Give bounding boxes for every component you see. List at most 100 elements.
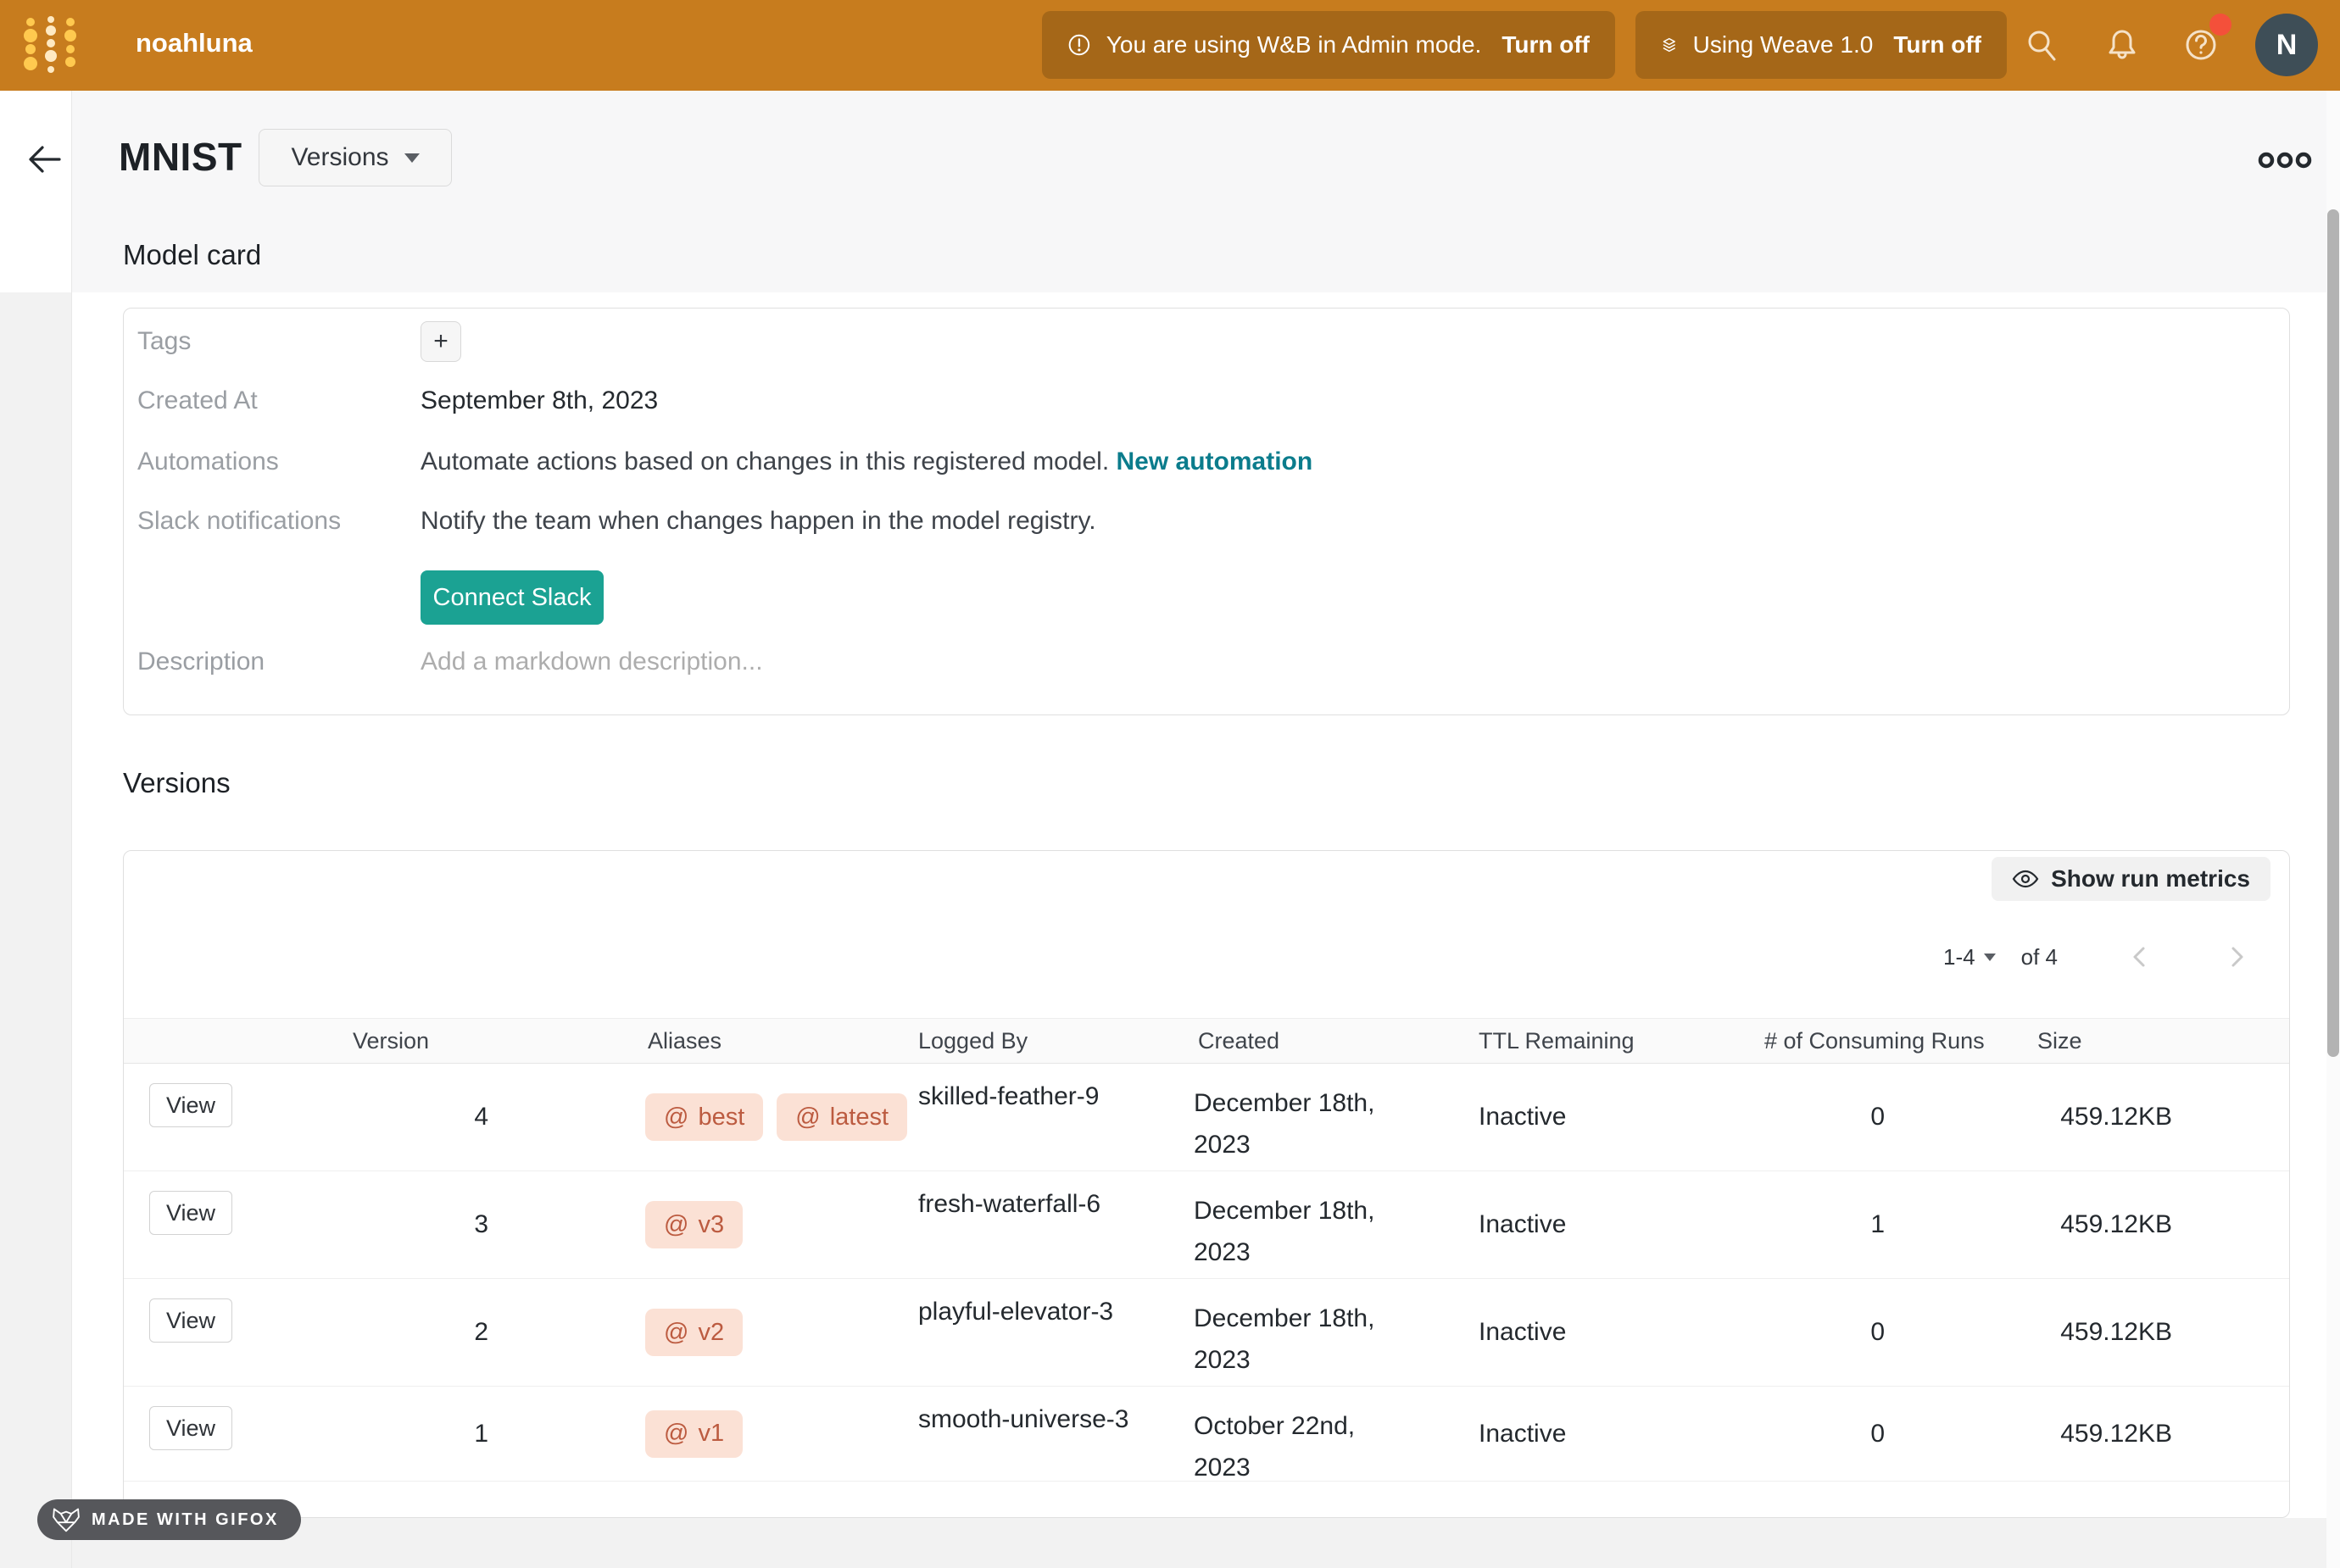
slack-notifications-label: Slack notifications	[137, 502, 341, 541]
created-cell: October 22nd,2023	[1194, 1405, 1355, 1488]
slack-notifications-text: Notify the team when changes happen in t…	[421, 502, 1096, 541]
table-row: View 3 @v3 fresh-waterfall-6 December 18th,2…	[124, 1171, 2289, 1279]
model-card-heading: Model card	[123, 239, 261, 271]
table-row: View 4 @ best @latest skilled-feather-9 Decemb…	[124, 1064, 2289, 1171]
view-cell: View	[149, 1083, 232, 1127]
new-automation-link[interactable]: New automation	[1117, 448, 1313, 475]
version-cell: 2	[293, 1279, 488, 1386]
next-page-button[interactable]	[2222, 942, 2251, 971]
automations-text: Automate actions based on changes in thi…	[421, 448, 1109, 475]
created-date-line2: 2023	[1194, 1232, 1374, 1273]
model-card-panel: Tags + Created At September 8th, 2023 Au…	[123, 308, 2290, 715]
description-placeholder[interactable]: Add a markdown description...	[421, 642, 763, 681]
size-value: 459.12KB	[2060, 1210, 2172, 1239]
tags-label: Tags	[137, 322, 191, 361]
created-cell: December 18th,2023	[1194, 1190, 1374, 1273]
size-cell: 459.12KB	[1972, 1387, 2172, 1481]
alias-chip: @v3	[645, 1201, 743, 1248]
column-header-consuming-runs: # of Consuming Runs	[1764, 1019, 1985, 1063]
bell-icon[interactable]	[2105, 28, 2139, 62]
alias-name: best	[698, 1104, 744, 1132]
user-avatar[interactable]: N	[2255, 14, 2318, 76]
aliases-cell: @v3	[645, 1171, 743, 1278]
view-button[interactable]: View	[149, 1298, 232, 1343]
version-number: 1	[474, 1420, 488, 1448]
created-date-line2: 2023	[1194, 1339, 1374, 1381]
page-range-dropdown[interactable]: 1-4	[1943, 944, 1996, 970]
alias-chip: @latest	[777, 1093, 907, 1141]
logged-by-cell: smooth-universe-3	[918, 1405, 1128, 1434]
pagination: 1-4 of 4	[1943, 936, 2251, 978]
run-name: smooth-universe-3	[918, 1405, 1128, 1433]
admin-mode-banner: You are using W&B in Admin mode. Turn of…	[1042, 11, 1615, 79]
admin-banner-text: You are using W&B in Admin mode.	[1106, 31, 1482, 58]
ttl-cell: Inactive	[1479, 1171, 1566, 1278]
page-title: MNIST	[119, 134, 242, 180]
avatar-initial: N	[2276, 29, 2298, 62]
scrollbar-thumb[interactable]	[2327, 209, 2339, 1057]
wandb-logo-icon[interactable]	[19, 15, 83, 76]
size-value: 459.12KB	[2060, 1318, 2172, 1347]
description-label: Description	[137, 642, 265, 681]
automations-label: Automations	[137, 442, 279, 481]
topbar: noahluna You are using W&B in Admin mode…	[0, 0, 2340, 91]
version-cell: 3	[293, 1171, 488, 1278]
team-name[interactable]: noahluna	[136, 28, 253, 58]
table-row: View1@v1smooth-universe-3October 22nd,20…	[124, 1387, 2289, 1482]
created-date-line1: December 18th,	[1194, 1298, 1374, 1339]
view-cell: View	[149, 1191, 232, 1235]
automations-row: Automate actions based on changes in thi…	[421, 442, 1312, 481]
chevron-down-icon	[1984, 954, 1996, 961]
created-date-line1: December 18th,	[1194, 1082, 1374, 1124]
weave-turn-off-link[interactable]: Turn off	[1893, 31, 1981, 58]
created-at-label: Created At	[137, 381, 258, 420]
column-header-version: Version	[293, 1019, 488, 1063]
connect-slack-button[interactable]: Connect Slack	[421, 570, 604, 625]
view-cell: View	[149, 1406, 232, 1450]
made-with-gifox-badge: MADE WITH GIFOX	[37, 1499, 301, 1540]
at-icon: @	[664, 1104, 688, 1132]
aliases-cell: @ best @latest	[645, 1064, 907, 1170]
column-header-created: Created	[1198, 1019, 1279, 1063]
warning-icon	[1067, 27, 1091, 63]
aliases-cell: @v2	[645, 1279, 743, 1386]
scrollbar-track[interactable]	[2326, 91, 2340, 1568]
view-button[interactable]: View	[149, 1083, 232, 1127]
alias-name: v3	[698, 1211, 724, 1239]
ttl-value: Inactive	[1479, 1210, 1566, 1239]
table-row: View 2 @v2 playful-elevator-3 December 18th,…	[124, 1279, 2289, 1387]
consuming-runs-cell: 0	[1735, 1387, 1885, 1481]
versions-dropdown[interactable]: Versions	[259, 129, 452, 186]
column-header-ttl-remaining: TTL Remaining	[1479, 1019, 1635, 1063]
admin-turn-off-link[interactable]: Turn off	[1502, 31, 1590, 58]
view-button[interactable]: View	[149, 1406, 232, 1450]
show-run-metrics-label: Show run metrics	[2051, 865, 2250, 892]
view-button[interactable]: View	[149, 1191, 232, 1235]
consuming-runs-cell: 1	[1735, 1171, 1885, 1278]
ttl-cell: Inactive	[1479, 1064, 1566, 1170]
at-icon: @	[795, 1104, 820, 1132]
alias-chip: @v1	[645, 1410, 743, 1458]
ttl-cell: Inactive	[1479, 1387, 1566, 1481]
run-name: fresh-waterfall-6	[918, 1190, 1100, 1218]
page-header-band	[72, 91, 2340, 292]
show-run-metrics-button[interactable]: Show run metrics	[1992, 857, 2270, 901]
version-cell: 4	[293, 1064, 488, 1170]
search-icon[interactable]	[2025, 28, 2059, 62]
version-number: 4	[474, 1103, 488, 1132]
page-total-label: of 4	[2021, 944, 2058, 970]
fox-icon	[51, 1504, 81, 1535]
logged-by-cell: skilled-feather-9	[918, 1082, 1099, 1111]
run-name: skilled-feather-9	[918, 1082, 1099, 1110]
run-name: playful-elevator-3	[918, 1298, 1113, 1326]
weave-banner-text: Using Weave 1.0	[1693, 31, 1874, 58]
overflow-menu-button[interactable]	[2257, 146, 2313, 175]
back-arrow-button[interactable]	[25, 140, 64, 179]
weave-banner: Using Weave 1.0 Turn off	[1635, 11, 2007, 79]
created-at-value: September 8th, 2023	[421, 381, 658, 420]
version-number: 2	[474, 1318, 488, 1347]
previous-page-button[interactable]	[2126, 942, 2154, 971]
consuming-runs-count: 1	[1870, 1210, 1885, 1239]
column-header-aliases: Aliases	[648, 1019, 722, 1063]
add-tag-button[interactable]: +	[421, 321, 461, 362]
